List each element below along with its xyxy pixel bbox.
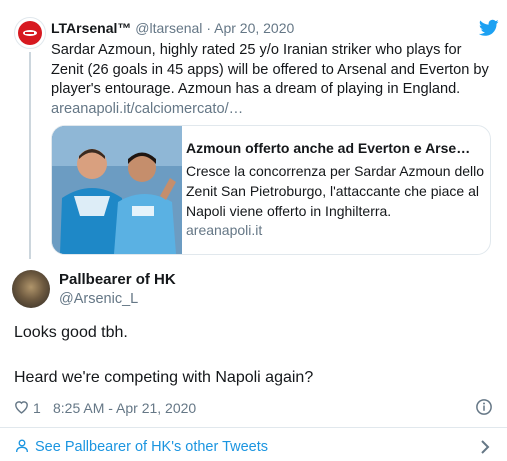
main-avatar[interactable]: [12, 270, 50, 308]
footer-divider: [0, 427, 507, 428]
user-icon: [14, 438, 30, 454]
like-count[interactable]: 1: [33, 400, 41, 416]
twitter-bird-icon[interactable]: [478, 19, 499, 37]
card-description: Cresce la concorrenza per Sardar Azmoun …: [186, 163, 485, 219]
main-author-name[interactable]: Pallbearer of HK: [59, 271, 176, 288]
card-title[interactable]: Azmoun offerto anche ad Everton e Arse…: [186, 140, 486, 156]
tweet-timestamp[interactable]: 8:25 AM - Apr 21, 2020: [53, 400, 196, 416]
main-tweet-line2: Heard we're competing with Napoli again?: [14, 369, 314, 386]
main-tweet-line1: Looks good tbh.: [14, 324, 128, 341]
parent-tweet-header: LTArsenal™ @ltarsenal · Apr 20, 2020: [51, 20, 294, 36]
chevron-right-icon[interactable]: [478, 438, 492, 456]
parent-tweet-date[interactable]: Apr 20, 2020: [214, 20, 294, 36]
parent-tweet-link[interactable]: areanapoli.it/calciomercato/…: [51, 101, 243, 117]
see-other-tweets-link[interactable]: See Pallbearer of HK's other Tweets: [35, 439, 268, 455]
parent-tweet-body: Sardar Azmoun, highly rated 25 y/o Irani…: [51, 42, 489, 97]
parent-avatar[interactable]: [14, 17, 46, 49]
main-author-handle[interactable]: @Arsenic_L: [59, 291, 138, 307]
header-separator: ·: [206, 20, 211, 36]
thread-line: [29, 52, 31, 259]
parent-author-name[interactable]: LTArsenal™: [51, 20, 131, 36]
card-image: [52, 126, 182, 254]
arsenal-cannon-icon: [18, 21, 42, 45]
heart-icon[interactable]: [13, 398, 30, 415]
parent-author-handle[interactable]: @ltarsenal: [135, 20, 202, 36]
info-icon[interactable]: [475, 398, 493, 416]
parent-tweet-text: Sardar Azmoun, highly rated 25 y/o Irani…: [51, 41, 496, 119]
card-domain[interactable]: areanapoli.it: [186, 222, 262, 238]
